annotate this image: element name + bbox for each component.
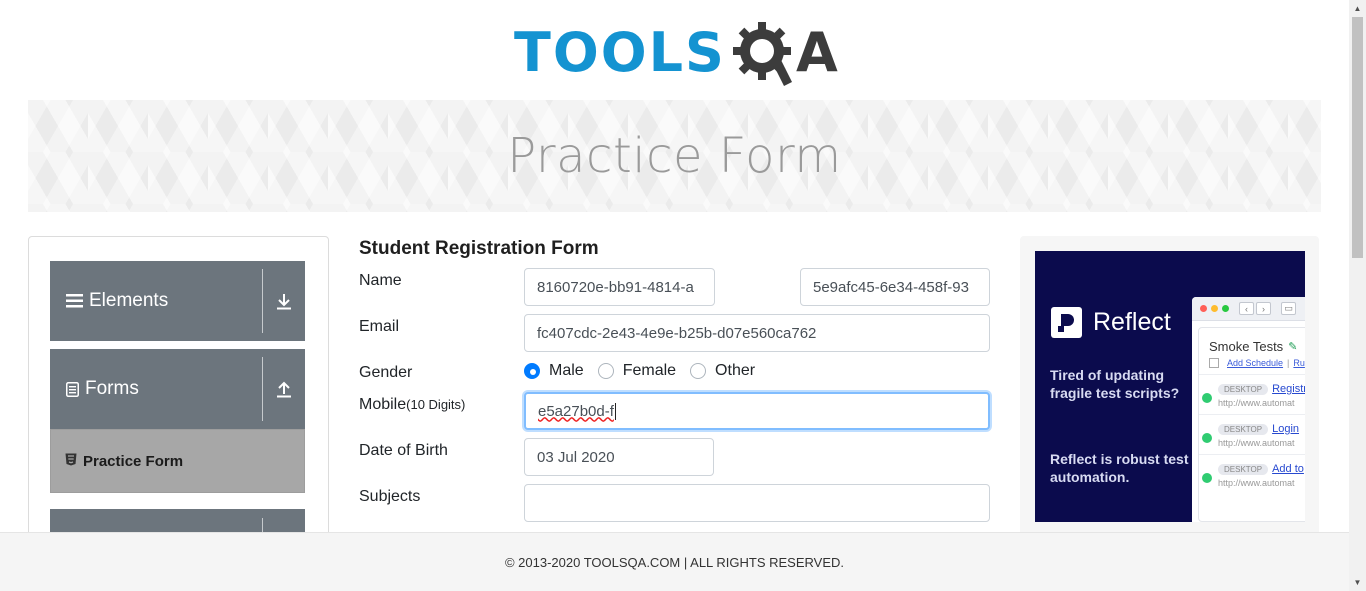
vertical-scrollbar[interactable]: ▲ ▼ bbox=[1349, 0, 1366, 591]
radio-button[interactable] bbox=[690, 363, 707, 379]
document-icon bbox=[66, 381, 79, 397]
mobile-label: Mobile(10 Digits) bbox=[359, 396, 465, 414]
page-banner: Practice Form bbox=[28, 100, 1321, 212]
last-name-input[interactable]: 5e9afc45-6e34-458f-93 bbox=[800, 268, 990, 306]
gender-radio-other[interactable]: Other bbox=[690, 362, 755, 380]
test-link: Login bbox=[1272, 423, 1300, 435]
ad-tagline: Reflect is robust test automation. bbox=[1050, 451, 1189, 485]
window-close-dot bbox=[1200, 305, 1207, 312]
platform-tag: DESKTOP bbox=[1218, 464, 1269, 475]
subjects-label: Subjects bbox=[359, 488, 421, 505]
first-name-input[interactable]: 8160720e-bb91-4814-a bbox=[524, 268, 715, 306]
test-link: Add to bbox=[1272, 463, 1304, 475]
page-title: Practice Form bbox=[507, 128, 842, 184]
platform-tag: DESKTOP bbox=[1218, 384, 1269, 395]
email-input[interactable]: fc407cdc-2e43-4e9e-b25b-d07e560ca762 bbox=[524, 314, 990, 352]
scroll-down-icon[interactable]: ▼ bbox=[1349, 574, 1366, 591]
ad-window-titlebar: ‹ › ▭ bbox=[1192, 297, 1305, 321]
mobile-hint: (10 Digits) bbox=[406, 397, 466, 412]
sidebar-item-label: Practice Form bbox=[83, 452, 184, 470]
logo-text-a: A bbox=[795, 21, 838, 84]
ad-brand-name: Reflect bbox=[1093, 308, 1171, 336]
mobile-input[interactable]: e5a27b0d-f bbox=[524, 392, 990, 430]
sidebar-group-next[interactable] bbox=[50, 509, 305, 532]
email-label: Email bbox=[359, 318, 400, 335]
radio-button[interactable] bbox=[597, 363, 614, 379]
test-url: http://www.automat bbox=[1218, 478, 1295, 488]
gender-label: Gender bbox=[359, 364, 413, 381]
gender-option-label: Female bbox=[622, 362, 677, 379]
form-title: Student Registration Form bbox=[359, 238, 599, 259]
ad-card-title: Smoke Tests ✎ bbox=[1199, 328, 1305, 354]
ad-test-row: DESKTOP Add to http://www.automat bbox=[1199, 454, 1305, 488]
back-icon: ‹ bbox=[1239, 302, 1254, 315]
window-maximize-dot bbox=[1222, 305, 1229, 312]
gender-radio-male[interactable]: Male bbox=[524, 362, 584, 380]
test-url: http://www.automat bbox=[1218, 398, 1295, 408]
upload-arrow-icon[interactable] bbox=[263, 381, 305, 398]
ad-card-title-text: Smoke Tests bbox=[1209, 339, 1284, 354]
scroll-up-icon[interactable]: ▲ bbox=[1349, 0, 1366, 17]
status-dot-icon bbox=[1202, 433, 1212, 443]
add-schedule-link: Add Schedule bbox=[1227, 358, 1284, 368]
date-of-birth-input[interactable]: 03 Jul 2020 bbox=[524, 438, 714, 476]
sidebar-group-label: Forms bbox=[85, 378, 139, 399]
sidebar-item-practice-form[interactable]: Practice Form bbox=[50, 429, 305, 493]
ad-test-row: DESKTOP Registr http://www.automat bbox=[1199, 374, 1305, 408]
dob-label: Date of Birth bbox=[359, 442, 448, 459]
run-link: Ru bbox=[1293, 358, 1305, 368]
logo-text-tools: TOOLS bbox=[514, 21, 726, 84]
hamburger-icon bbox=[66, 294, 83, 308]
ad-card-actions: Add Schedule | Ru bbox=[1199, 354, 1305, 368]
status-dot-icon bbox=[1202, 473, 1212, 483]
gender-radio-group: Male Female Other bbox=[524, 362, 769, 380]
page: TOOLS A Practice Form Elements Forms Pra… bbox=[0, 0, 1366, 591]
sidebar-group-label: Elements bbox=[89, 290, 169, 311]
mobile-value: e5a27b0d-f bbox=[538, 402, 614, 420]
calendar-icon bbox=[1209, 358, 1219, 368]
ad-app-window: ‹ › ▭ Smoke Tests ✎ Add Schedule | Ru DES bbox=[1192, 297, 1305, 522]
forward-icon: › bbox=[1256, 302, 1271, 315]
reflect-ad[interactable]: Reflect Tired of updating fragile test s… bbox=[1035, 251, 1305, 522]
pencil-icon: ✎ bbox=[1288, 341, 1298, 353]
footer: © 2013-2020 TOOLSQA.COM | ALL RIGHTS RES… bbox=[0, 532, 1349, 591]
html5-shield-icon bbox=[65, 453, 77, 469]
test-url: http://www.automat bbox=[1218, 438, 1295, 448]
ad-test-card: Smoke Tests ✎ Add Schedule | Ru DESKTOP Re… bbox=[1198, 327, 1305, 522]
scrollbar-thumb[interactable] bbox=[1352, 17, 1363, 258]
ad-headline: Tired of updating fragile test scripts? bbox=[1050, 367, 1180, 401]
sidebar-group-forms[interactable]: Forms bbox=[50, 349, 305, 429]
toolsqa-logo[interactable]: TOOLS A bbox=[514, 16, 838, 90]
ad-test-row: DESKTOP Login http://www.automat bbox=[1199, 414, 1305, 448]
gender-option-label: Other bbox=[715, 362, 756, 379]
status-dot-icon bbox=[1202, 393, 1212, 403]
sidebar-toggle-icon: ▭ bbox=[1281, 302, 1296, 315]
platform-tag: DESKTOP bbox=[1218, 424, 1269, 435]
gender-option-label: Male bbox=[549, 362, 584, 379]
radio-button-checked[interactable] bbox=[524, 363, 540, 379]
reflect-logo-icon bbox=[1051, 307, 1082, 338]
gear-magnifier-icon bbox=[728, 16, 800, 90]
divider bbox=[262, 518, 263, 532]
ad-brand: Reflect bbox=[1051, 307, 1171, 338]
footer-copyright: © 2013-2020 TOOLSQA.COM | ALL RIGHTS RES… bbox=[504, 554, 845, 570]
separator: | bbox=[1287, 358, 1290, 368]
download-arrow-icon[interactable] bbox=[263, 293, 305, 310]
test-link: Registr bbox=[1272, 383, 1305, 395]
sidebar-group-elements[interactable]: Elements bbox=[50, 261, 305, 341]
text-caret bbox=[614, 402, 616, 420]
window-minimize-dot bbox=[1211, 305, 1218, 312]
subjects-input[interactable] bbox=[524, 484, 990, 522]
mobile-label-text: Mobile bbox=[359, 396, 407, 413]
gender-radio-female[interactable]: Female bbox=[597, 362, 677, 380]
name-label: Name bbox=[359, 272, 402, 289]
